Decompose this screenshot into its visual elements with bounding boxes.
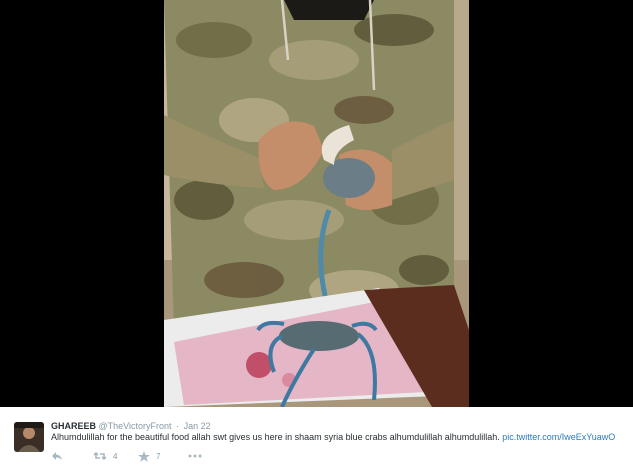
- tweet-actions: 4 7: [51, 449, 202, 463]
- retweet-button[interactable]: 4: [93, 451, 138, 461]
- tweet-text: Alhumdulillah for the beautiful food all…: [51, 432, 615, 443]
- favorite-count: 7: [156, 451, 161, 461]
- more-dots-icon: [188, 454, 202, 458]
- header-separator: ·: [176, 421, 180, 431]
- tweet-media-link[interactable]: pic.twitter.com/IweExYuawO: [502, 432, 615, 442]
- tweet-header: GHAREEB @TheVictoryFront · Jan 22: [51, 421, 211, 432]
- favorite-button[interactable]: 7: [138, 450, 188, 462]
- reply-button[interactable]: [51, 451, 93, 461]
- more-button[interactable]: [188, 454, 202, 458]
- tweet-photo[interactable]: [164, 0, 469, 407]
- retweet-count: 4: [113, 451, 118, 461]
- display-name[interactable]: GHAREEB: [51, 421, 96, 431]
- user-handle[interactable]: @TheVictoryFront: [99, 421, 172, 431]
- tweet-body: Alhumdulillah for the beautiful food all…: [51, 432, 500, 442]
- media-viewer: [0, 0, 633, 407]
- star-icon: [138, 450, 150, 462]
- avatar[interactable]: [14, 422, 44, 452]
- tweet-timestamp[interactable]: Jan 22: [184, 421, 211, 431]
- reply-icon: [51, 451, 63, 461]
- retweet-icon: [93, 451, 107, 461]
